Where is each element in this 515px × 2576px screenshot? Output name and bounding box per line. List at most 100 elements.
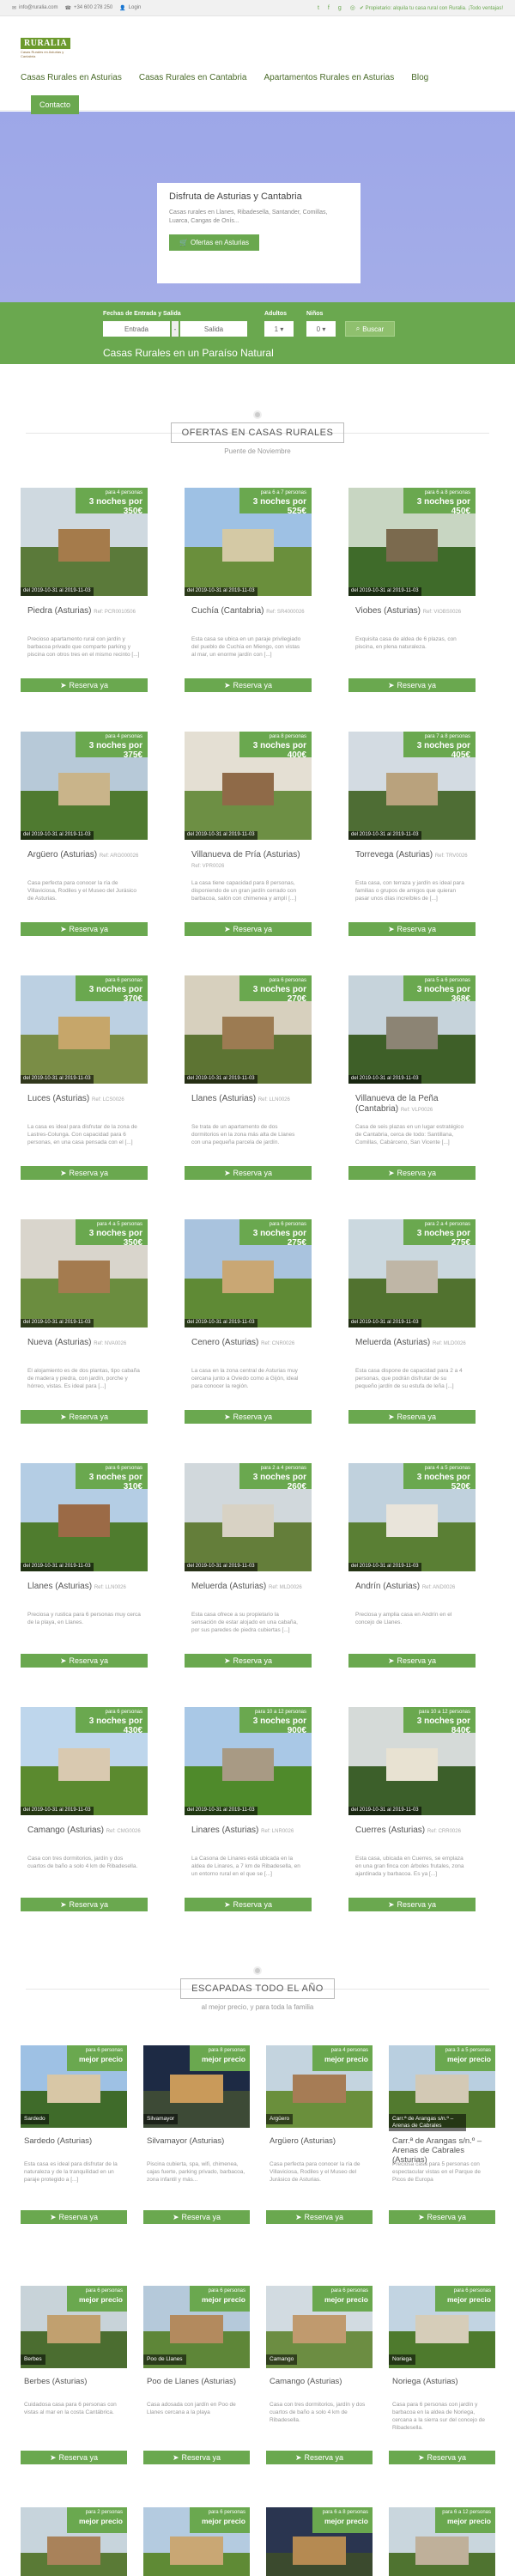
offer-title[interactable]: Cuchía (Cantabria) Ref: SR4000026 — [191, 606, 305, 617]
escape-title[interactable]: Silvamayor (Asturias) — [147, 2136, 248, 2146]
escape-title[interactable]: Argüero (Asturias) — [270, 2136, 371, 2146]
login-link[interactable]: 👤 Login — [119, 5, 141, 11]
offer-card[interactable]: para 10 a 12 personas 3 noches por 840€ de… — [348, 1707, 476, 1911]
reserve-button[interactable]: ➤ Reserva ya — [389, 2451, 495, 2464]
reserve-button[interactable]: ➤ Reserva ya — [21, 1166, 148, 1180]
offer-card[interactable]: para 4 personas 3 noches por 350€ del 2019… — [21, 488, 148, 692]
offer-title[interactable]: Villanueva de Pría (Asturias) Ref: VPR00… — [191, 850, 305, 872]
offer-title[interactable]: Cuerres (Asturias) Ref: CRR0026 — [355, 1826, 469, 1837]
offer-title[interactable]: Nueva (Asturias) Ref: NVA0026 — [27, 1338, 141, 1349]
escape-card[interactable]: para 6 personas mejor precio Camango Camang… — [266, 2286, 373, 2475]
offer-title[interactable]: Llanes (Asturias) Ref: LLN0026 — [191, 1094, 305, 1105]
logo[interactable]: RURALIA Casas Rurales en Asturias y Cant… — [21, 38, 71, 65]
escape-title[interactable]: Poo de Llanes (Asturias) — [147, 2377, 248, 2386]
offer-title[interactable]: Cenero (Asturias) Ref: CNR0026 — [191, 1338, 305, 1349]
offer-title[interactable]: Luces (Asturias) Ref: LCS0026 — [27, 1094, 141, 1105]
escape-card[interactable]: para 6 personas mejor precio Noriega Norieg… — [389, 2286, 495, 2475]
offer-title[interactable]: Viobes (Asturias) Ref: VIOBS0026 — [355, 606, 469, 617]
reserve-button[interactable]: ➤ Reserva ya — [143, 2210, 250, 2224]
reserve-button[interactable]: ➤ Reserva ya — [21, 922, 148, 936]
reserve-button[interactable]: ➤ Reserva ya — [348, 1898, 476, 1911]
promo-link[interactable]: ✔ Propietario: alquila tu casa rural con… — [360, 5, 503, 11]
offer-title[interactable]: Piedra (Asturias) Ref: PCR0010506 — [27, 606, 141, 617]
offer-title[interactable]: Villanueva de la Peña (Cantabria) Ref: V… — [355, 1094, 469, 1115]
offer-card[interactable]: para 6 personas 3 noches por 270€ del 2019… — [185, 975, 312, 1180]
offer-card[interactable]: para 6 personas 3 noches por 430€ del 2019… — [21, 1707, 148, 1911]
reserve-button[interactable]: ➤ Reserva ya — [185, 1898, 312, 1911]
reserve-button[interactable]: ➤ Reserva ya — [21, 1898, 148, 1911]
escape-card[interactable]: para 2 personas mejor precio — [21, 2507, 127, 2576]
reserve-button[interactable]: ➤ Reserva ya — [21, 2451, 127, 2464]
offer-card[interactable]: para 10 a 12 personas 3 noches por 900€ de… — [185, 1707, 312, 1911]
escape-card[interactable]: para 8 personas mejor precio Silvamayor Sil… — [143, 2045, 250, 2234]
children-select[interactable]: 0 ▾ — [306, 321, 336, 337]
escape-title[interactable]: Camango (Asturias) — [270, 2377, 371, 2386]
facebook-icon[interactable]: f — [328, 5, 330, 11]
offer-title[interactable]: Linares (Asturias) Ref: LNR0026 — [191, 1826, 305, 1837]
reserve-button[interactable]: ➤ Reserva ya — [185, 1166, 312, 1180]
offer-title[interactable]: Llanes (Asturias) Ref: LLN0026 — [27, 1582, 141, 1593]
escape-title[interactable]: Berbes (Asturias) — [24, 2377, 125, 2386]
contact-button[interactable]: Contacto — [31, 95, 80, 114]
reserve-button[interactable]: ➤ Reserva ya — [348, 678, 476, 692]
offer-card[interactable]: para 6 a 8 personas 3 noches por 450€ del … — [348, 488, 476, 692]
reserve-button[interactable]: ➤ Reserva ya — [21, 1654, 148, 1668]
reserve-button[interactable]: ➤ Reserva ya — [348, 1410, 476, 1424]
reserve-button[interactable]: ➤ Reserva ya — [143, 2451, 250, 2464]
offers-asturias-button[interactable]: 🛒 Ofertas en Asturias — [169, 234, 259, 251]
entry-date-input[interactable]: Entrada — [103, 321, 170, 337]
escape-card[interactable]: para 6 a 12 personas mejor precio — [389, 2507, 495, 2576]
reserve-button[interactable]: ➤ Reserva ya — [185, 678, 312, 692]
offer-card[interactable]: para 8 personas 3 noches por 400€ del 2019… — [185, 732, 312, 936]
googleplus-icon[interactable]: g — [338, 5, 342, 11]
adults-select[interactable]: 1 ▾ — [264, 321, 294, 337]
offer-card[interactable]: para 4 a 5 personas 3 noches por 520€ del … — [348, 1463, 476, 1668]
offer-card[interactable]: para 6 personas 3 noches por 370€ del 2019… — [21, 975, 148, 1180]
escape-card[interactable]: para 6 personas mejor precio — [143, 2507, 250, 2576]
offer-card[interactable]: para 6 personas 3 noches por 275€ del 2019… — [185, 1219, 312, 1424]
reserve-button[interactable]: ➤ Reserva ya — [185, 1410, 312, 1424]
offer-title[interactable]: Andrín (Asturias) Ref: AND0026 — [355, 1582, 469, 1593]
nav-item-cantabria[interactable]: Casas Rurales en Cantabria — [139, 73, 247, 82]
escape-title[interactable]: Noriega (Asturias) — [392, 2377, 494, 2386]
reserve-button[interactable]: ➤ Reserva ya — [348, 1654, 476, 1668]
offer-card[interactable]: para 7 a 8 personas 3 noches por 405€ del … — [348, 732, 476, 936]
reserve-button[interactable]: ➤ Reserva ya — [21, 678, 148, 692]
nav-item-blog[interactable]: Blog — [411, 73, 428, 82]
offer-card[interactable]: para 4 personas 3 noches por 375€ del 2019… — [21, 732, 148, 936]
reserve-button[interactable]: ➤ Reserva ya — [348, 922, 476, 936]
nav-item-asturias[interactable]: Casas Rurales en Asturias — [21, 73, 122, 82]
escape-title[interactable]: Sardedo (Asturias) — [24, 2136, 125, 2146]
escape-card[interactable]: para 3 a 5 personas mejor precio Carr.ª de… — [389, 2045, 495, 2234]
escape-card[interactable]: para 6 personas mejor precio Poo de Llanes… — [143, 2286, 250, 2475]
offer-title[interactable]: Camango (Asturias) Ref: CMG0026 — [27, 1826, 141, 1837]
escape-card[interactable]: para 6 personas mejor precio Sardedo Sarded… — [21, 2045, 127, 2234]
offer-card[interactable]: para 2 a 4 personas 3 noches por 275€ del … — [348, 1219, 476, 1424]
offer-card[interactable]: para 6 personas 3 noches por 310€ del 2019… — [21, 1463, 148, 1668]
offer-title[interactable]: Meluerda (Asturias) Ref: MLD0026 — [355, 1338, 469, 1349]
phone-link[interactable]: ☎ +34 600 278 250 — [64, 5, 112, 11]
offer-title[interactable]: Torrevega (Asturias) Ref: TRV0026 — [355, 850, 469, 861]
offer-title[interactable]: Argüero (Asturias) Ref: ARG000026 — [27, 850, 141, 861]
nav-item-apartamentos[interactable]: Apartamentos Rurales en Asturias — [264, 73, 394, 82]
offer-title[interactable]: Meluerda (Asturias) Ref: MLD0026 — [191, 1582, 305, 1593]
offer-card[interactable]: para 4 a 5 personas 3 noches por 350€ del … — [21, 1219, 148, 1424]
escape-card[interactable]: para 6 a 8 personasmejor precioVillanuev… — [266, 2507, 373, 2576]
escape-card[interactable]: para 6 personas mejor precio Berbes Berbes … — [21, 2286, 127, 2475]
reserve-button[interactable]: ➤ Reserva ya — [348, 1166, 476, 1180]
reserve-button[interactable]: ➤ Reserva ya — [266, 2451, 373, 2464]
email-link[interactable]: ✉ info@ruralia.com — [12, 5, 58, 11]
reserve-button[interactable]: ➤ Reserva ya — [266, 2210, 373, 2224]
twitter-icon[interactable]: t — [318, 5, 319, 11]
offer-card[interactable]: para 5 a 6 personas 3 noches por 368€ del … — [348, 975, 476, 1180]
offer-card[interactable]: para 6 a 7 personas 3 noches por 525€ del … — [185, 488, 312, 692]
offer-card[interactable]: para 2 a 4 personas 3 noches por 260€ del … — [185, 1463, 312, 1668]
reserve-button[interactable]: ➤ Reserva ya — [21, 1410, 148, 1424]
reserve-button[interactable]: ➤ Reserva ya — [389, 2210, 495, 2224]
instagram-icon[interactable]: ◎ — [350, 4, 355, 11]
escape-card[interactable]: para 4 personas mejor precio Argüero Argüer… — [266, 2045, 373, 2234]
search-button[interactable]: ⌕ Buscar — [345, 321, 395, 337]
reserve-button[interactable]: ➤ Reserva ya — [185, 1654, 312, 1668]
exit-date-input[interactable]: Salida — [180, 321, 247, 337]
reserve-button[interactable]: ➤ Reserva ya — [21, 2210, 127, 2224]
